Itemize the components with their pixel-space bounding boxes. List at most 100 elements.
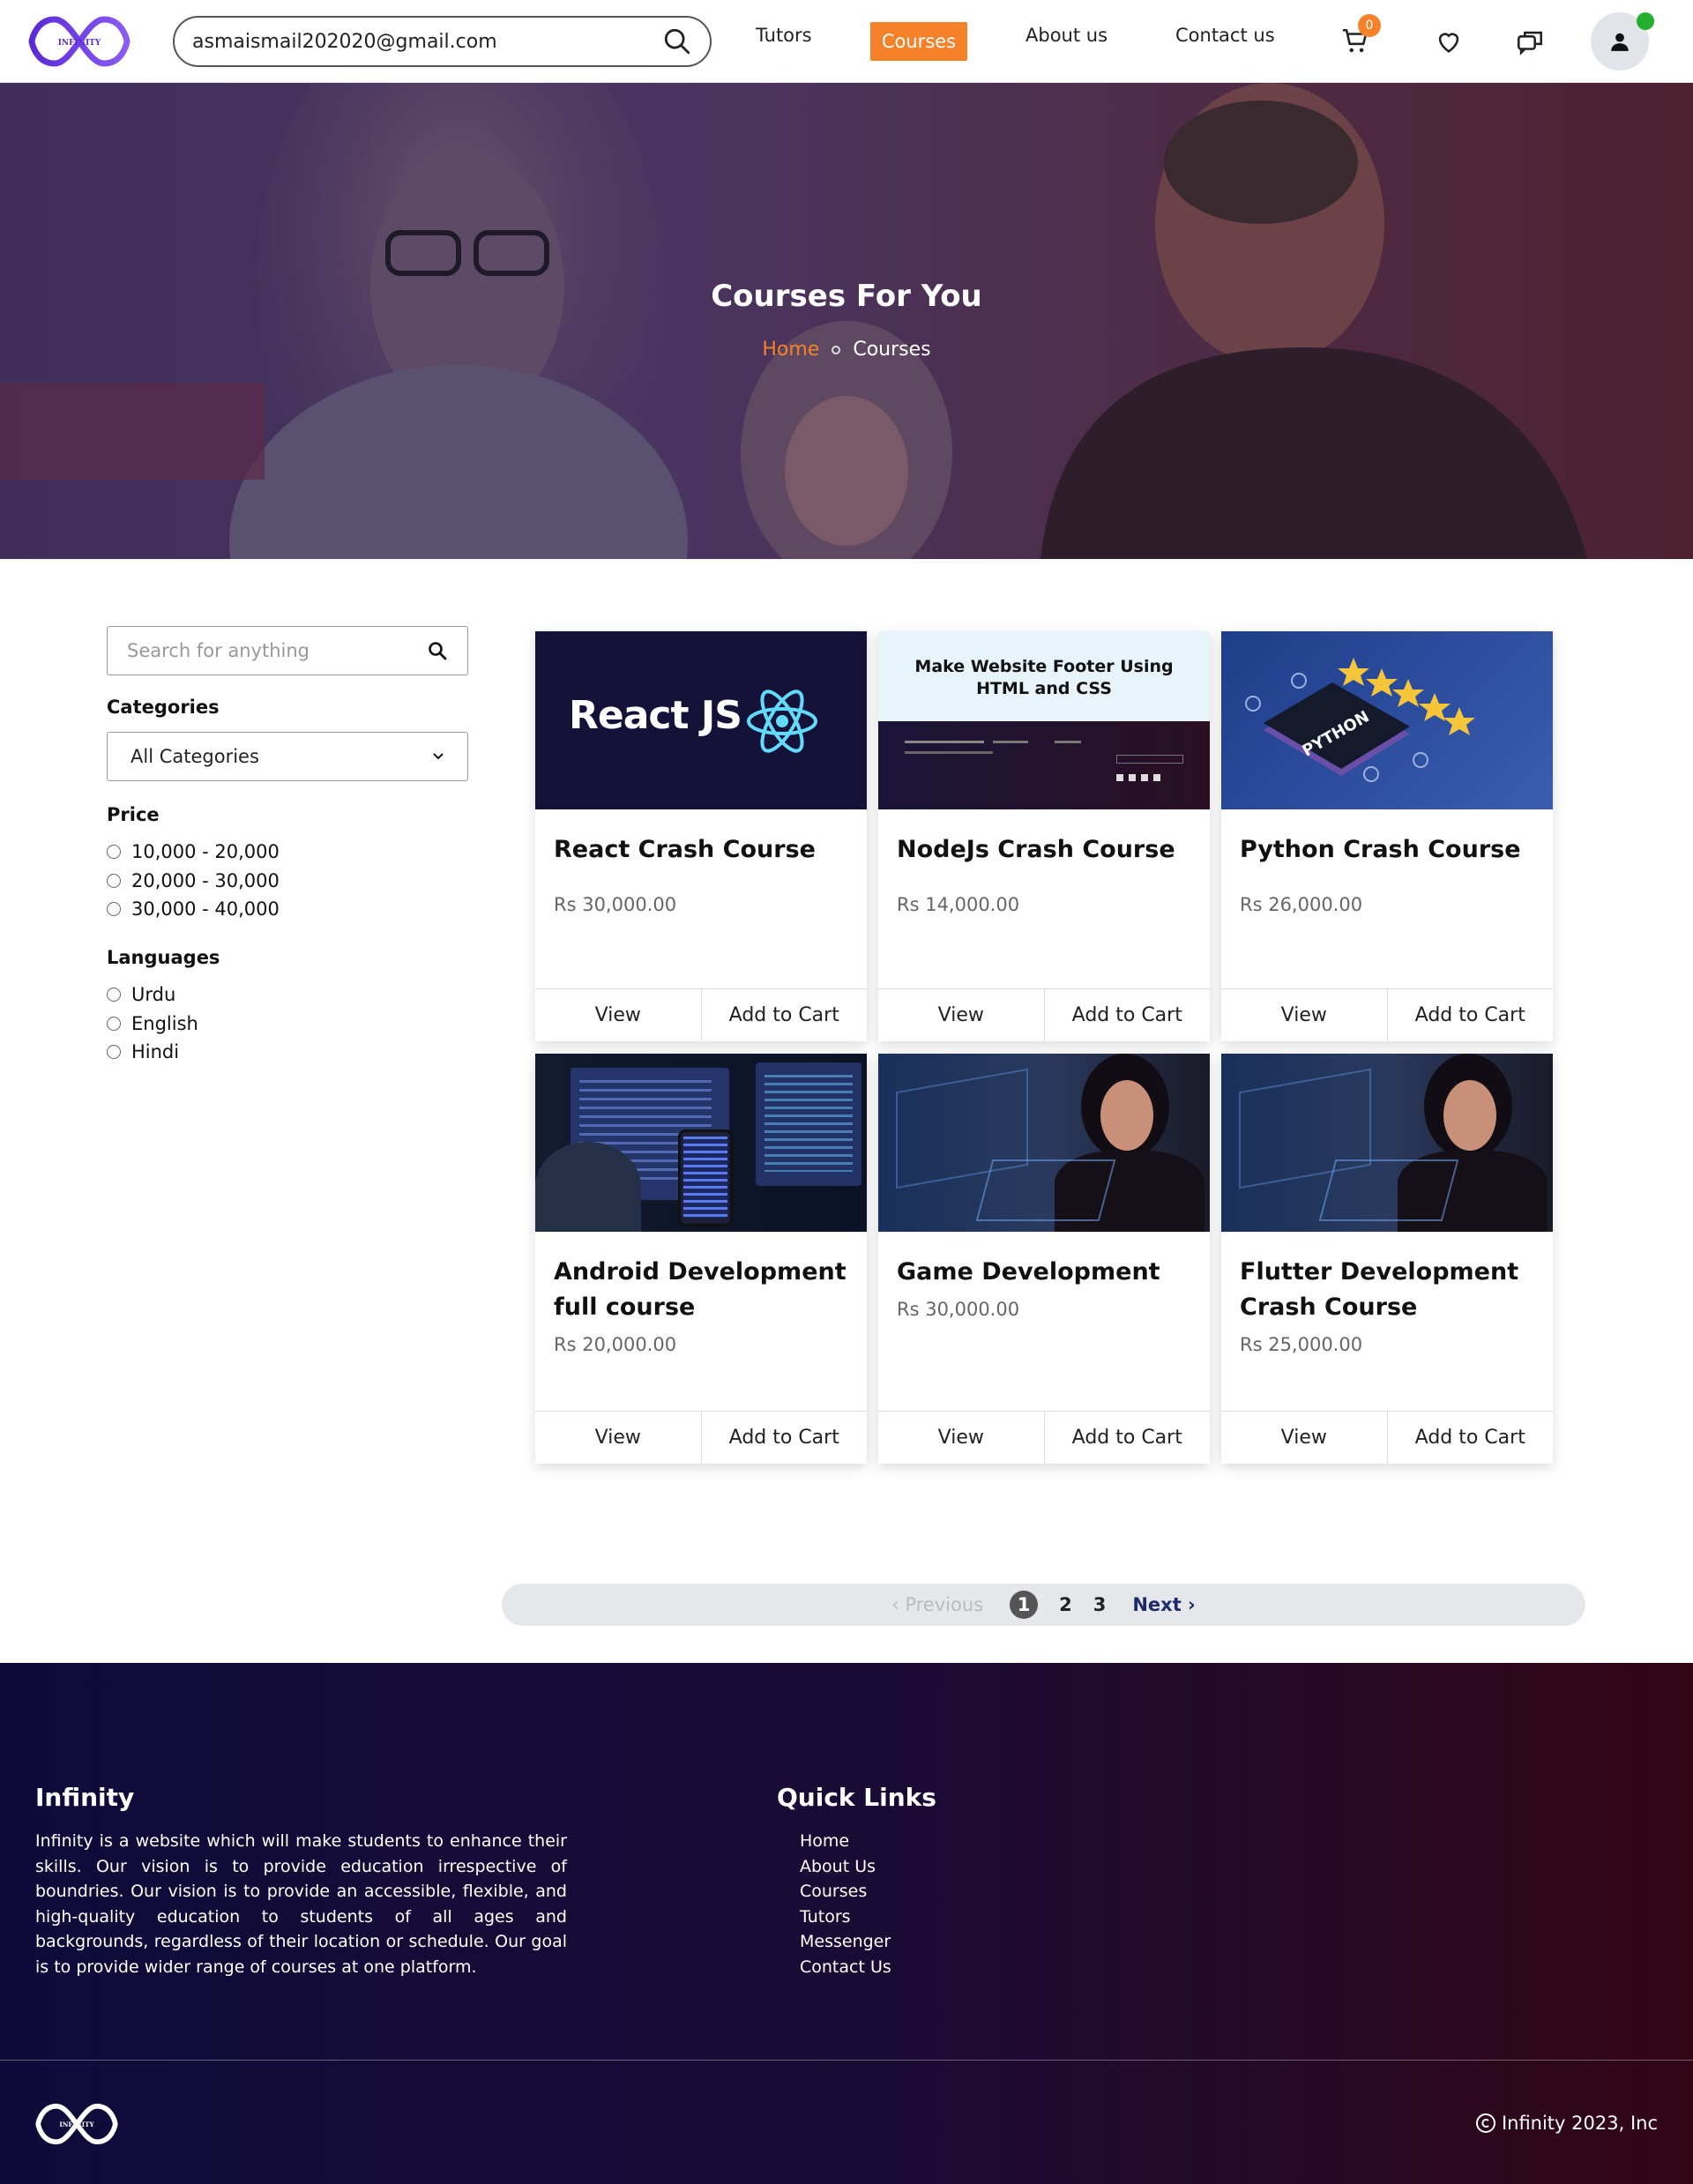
- footer-link-about[interactable]: About Us: [800, 1854, 891, 1880]
- previous-page-button[interactable]: ‹ Previous: [891, 1594, 983, 1615]
- course-title[interactable]: Flutter Development Crash Course: [1240, 1255, 1540, 1325]
- thumbnail-text: Make Website Footer Using HTML and CSS: [914, 657, 1174, 698]
- radio-button[interactable]: [107, 845, 121, 859]
- page-button-1[interactable]: 1: [1010, 1591, 1039, 1619]
- course-thumbnail[interactable]: Make Website Footer Using HTML and CSS: [878, 631, 1210, 809]
- course-search[interactable]: [107, 626, 468, 675]
- language-option[interactable]: English: [107, 1013, 198, 1034]
- price-option[interactable]: 10,000 - 20,000: [107, 841, 280, 862]
- course-thumbnail[interactable]: [535, 1054, 867, 1232]
- price-option[interactable]: 30,000 - 40,000: [107, 898, 280, 920]
- course-title[interactable]: Android Development full course: [554, 1255, 854, 1325]
- nav-link-courses[interactable]: Courses: [870, 22, 967, 61]
- footer-link-messenger[interactable]: Messenger: [800, 1929, 891, 1955]
- footer-link-contact[interactable]: Contact Us: [800, 1955, 891, 1980]
- page-button-2[interactable]: 2: [1059, 1594, 1072, 1615]
- course-card[interactable]: Make Website Footer Using HTML and CSS N…: [878, 631, 1210, 1041]
- course-title[interactable]: Game Development: [897, 1255, 1197, 1290]
- language-option[interactable]: Urdu: [107, 984, 175, 1005]
- course-search-input[interactable]: [127, 640, 427, 661]
- view-button[interactable]: View: [878, 989, 1045, 1041]
- breadcrumb: Home Courses: [0, 339, 1693, 361]
- view-button[interactable]: View: [535, 1412, 702, 1464]
- language-option-label: English: [131, 1013, 198, 1034]
- heart-icon[interactable]: [1434, 26, 1464, 56]
- add-to-cart-button[interactable]: Add to Cart: [702, 989, 868, 1041]
- course-title[interactable]: Python Crash Course: [1240, 832, 1540, 868]
- copyright-icon: [1475, 2113, 1495, 2133]
- course-price: Rs 26,000.00: [1240, 894, 1363, 915]
- header-search[interactable]: [173, 16, 712, 67]
- add-to-cart-button[interactable]: Add to Cart: [1045, 989, 1211, 1041]
- footer: Infinity Infinity is a website which wil…: [0, 1663, 1693, 2184]
- nav-link-about[interactable]: About us: [1025, 25, 1108, 46]
- view-button[interactable]: View: [878, 1412, 1045, 1464]
- search-icon[interactable]: [662, 26, 692, 56]
- next-page-button[interactable]: Next ›: [1132, 1594, 1195, 1615]
- infinity-logo[interactable]: INFINITY: [28, 14, 131, 69]
- footer-preview-graphic: [878, 721, 1210, 809]
- radio-button[interactable]: [107, 874, 121, 888]
- price-option[interactable]: 20,000 - 30,000: [107, 870, 280, 891]
- search-icon[interactable]: [427, 640, 448, 661]
- breadcrumb-home-link[interactable]: Home: [762, 339, 819, 361]
- course-price: Rs 30,000.00: [554, 894, 677, 915]
- footer-about-text: Infinity is a website which will make st…: [35, 1831, 567, 1977]
- course-thumbnail[interactable]: React JS: [535, 631, 867, 809]
- add-to-cart-button[interactable]: Add to Cart: [1045, 1412, 1211, 1464]
- footer-brand-title: Infinity: [35, 1783, 135, 1812]
- breadcrumb-current: Courses: [853, 339, 931, 361]
- language-option[interactable]: Hindi: [107, 1041, 179, 1062]
- view-button[interactable]: View: [1221, 1412, 1388, 1464]
- language-option-label: Urdu: [131, 984, 176, 1005]
- add-to-cart-button[interactable]: Add to Cart: [702, 1412, 868, 1464]
- footer-link-tutors[interactable]: Tutors: [800, 1904, 891, 1930]
- course-price: Rs 20,000.00: [554, 1334, 677, 1355]
- react-atom-icon: [747, 689, 817, 753]
- nav-link-contact[interactable]: Contact us: [1175, 25, 1275, 46]
- page-title: Courses For You: [711, 279, 982, 314]
- footer-logo-text: INFINITY: [59, 2121, 94, 2128]
- course-card[interactable]: Android Development full course Rs 20,00…: [535, 1054, 867, 1464]
- language-option-label: Hindi: [131, 1041, 180, 1062]
- add-to-cart-button[interactable]: Add to Cart: [1388, 1412, 1554, 1464]
- category-select[interactable]: All Categories: [107, 732, 468, 781]
- card-actions: View Add to Cart: [1221, 1411, 1553, 1464]
- copyright-text: Infinity 2023, Inc: [1501, 2113, 1658, 2134]
- footer-logo[interactable]: INFINITY: [35, 2100, 118, 2148]
- radio-button[interactable]: [107, 1045, 121, 1059]
- pagination: ‹ Previous 1 2 3 Next ›: [502, 1584, 1585, 1626]
- card-actions: View Add to Cart: [878, 1411, 1210, 1464]
- course-title[interactable]: NodeJs Crash Course: [897, 832, 1197, 868]
- view-button[interactable]: View: [1221, 989, 1388, 1041]
- thumbnail-text: React JS: [569, 693, 742, 738]
- page-button-3[interactable]: 3: [1093, 1594, 1107, 1615]
- add-to-cart-button[interactable]: Add to Cart: [1388, 989, 1554, 1041]
- course-title[interactable]: React Crash Course: [554, 832, 854, 868]
- copyright: Infinity 2023, Inc: [1475, 2113, 1658, 2134]
- course-price: Rs 25,000.00: [1240, 1334, 1363, 1355]
- chat-icon[interactable]: [1515, 26, 1545, 56]
- footer-link-home[interactable]: Home: [800, 1829, 891, 1854]
- course-thumbnail[interactable]: PYTHON: [1221, 631, 1553, 809]
- breadcrumb-separator-icon: [832, 346, 841, 354]
- card-actions: View Add to Cart: [878, 988, 1210, 1041]
- radio-button[interactable]: [107, 988, 121, 1002]
- hero-banner: Courses For You Home Courses: [0, 83, 1693, 559]
- radio-button[interactable]: [107, 1017, 121, 1031]
- course-price: Rs 30,000.00: [897, 1299, 1020, 1320]
- course-card[interactable]: Game Development Rs 30,000.00 View Add t…: [878, 1054, 1210, 1464]
- languages-heading: Languages: [107, 947, 220, 968]
- course-card[interactable]: Flutter Development Crash Course Rs 25,0…: [1221, 1054, 1553, 1464]
- course-card[interactable]: PYTHON Python Crash Course Rs 26,000.00 …: [1221, 631, 1553, 1041]
- course-thumbnail[interactable]: [1221, 1054, 1553, 1232]
- header-search-input[interactable]: [192, 30, 662, 53]
- radio-button[interactable]: [107, 902, 121, 916]
- course-card[interactable]: React JS React Crash Course Rs 30,000.00…: [535, 631, 867, 1041]
- card-actions: View Add to Cart: [535, 1411, 867, 1464]
- view-button[interactable]: View: [535, 989, 702, 1041]
- nav-link-tutors[interactable]: Tutors: [756, 25, 812, 46]
- logo-text: INFINITY: [58, 39, 101, 48]
- course-thumbnail[interactable]: [878, 1054, 1210, 1232]
- footer-link-courses[interactable]: Courses: [800, 1879, 891, 1904]
